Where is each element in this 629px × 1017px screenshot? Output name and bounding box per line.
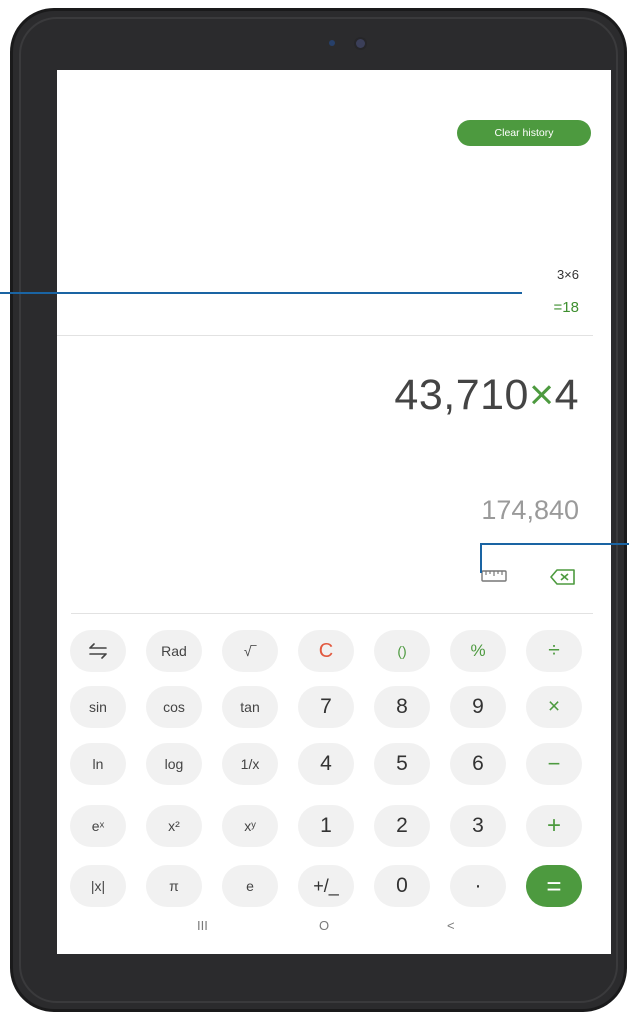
backspace-icon[interactable] [550, 569, 576, 585]
expression-operator: × [528, 371, 555, 419]
divider [57, 335, 593, 336]
recents-button[interactable]: III [197, 918, 208, 933]
parentheses-key[interactable]: () [374, 630, 430, 672]
add-key[interactable]: + [526, 805, 582, 847]
calculator-screen: Clear history 3×6 =18 43,710×4 174,840 R… [57, 70, 611, 954]
callout-line-history [0, 292, 522, 294]
absolute-value-key[interactable]: |x| [70, 865, 126, 907]
digit-7-key[interactable]: 7 [298, 686, 354, 728]
clear-key[interactable]: C [298, 630, 354, 672]
front-camera-icon [356, 39, 365, 48]
navigation-bar: III O < [57, 906, 611, 954]
history-expression[interactable]: 3×6 [557, 267, 579, 282]
cos-key[interactable]: cos [146, 686, 202, 728]
history-result[interactable]: =18 [554, 299, 579, 316]
swap-arrows-icon [89, 643, 107, 659]
power-key[interactable]: xʸ [222, 805, 278, 847]
ln-key[interactable]: ln [70, 743, 126, 785]
digit-8-key[interactable]: 8 [374, 686, 430, 728]
callout-line-ruler [480, 543, 482, 573]
multiply-key[interactable]: × [526, 686, 582, 728]
log-key[interactable]: log [146, 743, 202, 785]
digit-4-key[interactable]: 4 [298, 743, 354, 785]
ruler-icon[interactable] [481, 569, 507, 583]
swap-arrows-icon[interactable] [70, 630, 126, 672]
pi-key[interactable]: π [146, 865, 202, 907]
expression-display[interactable]: 43,710×4 [394, 371, 579, 420]
percent-key[interactable]: % [450, 630, 506, 672]
home-button[interactable]: O [319, 918, 329, 933]
digit-9-key[interactable]: 9 [450, 686, 506, 728]
camera-sensor-icon [329, 40, 335, 46]
divider [71, 613, 593, 614]
reciprocal-key[interactable]: 1/x [222, 743, 278, 785]
equals-key[interactable]: = [526, 865, 582, 907]
expression-operand-right: 4 [554, 371, 579, 419]
sin-key[interactable]: sin [70, 686, 126, 728]
subtract-key[interactable]: − [526, 743, 582, 785]
digit-1-key[interactable]: 1 [298, 805, 354, 847]
preview-result: 174,840 [481, 495, 579, 525]
euler-key[interactable]: e [222, 865, 278, 907]
square-root-key[interactable]: √‾ [222, 630, 278, 672]
clear-history-button[interactable]: Clear history [457, 120, 591, 146]
tan-key[interactable]: tan [222, 686, 278, 728]
divide-key[interactable]: ÷ [526, 630, 582, 672]
rad-key[interactable]: Rad [146, 630, 202, 672]
digit-0-key[interactable]: 0 [374, 865, 430, 907]
digit-5-key[interactable]: 5 [374, 743, 430, 785]
callout-line-ruler [480, 543, 629, 545]
exp-key[interactable]: eˣ [70, 805, 126, 847]
digit-6-key[interactable]: 6 [450, 743, 506, 785]
plus-minus-key[interactable]: +/_ [298, 865, 354, 907]
digit-3-key[interactable]: 3 [450, 805, 506, 847]
square-key[interactable]: x² [146, 805, 202, 847]
expression-operand-left: 43,710 [394, 371, 529, 419]
decimal-key[interactable]: · [450, 865, 506, 907]
digit-2-key[interactable]: 2 [374, 805, 430, 847]
back-button[interactable]: < [447, 918, 455, 933]
